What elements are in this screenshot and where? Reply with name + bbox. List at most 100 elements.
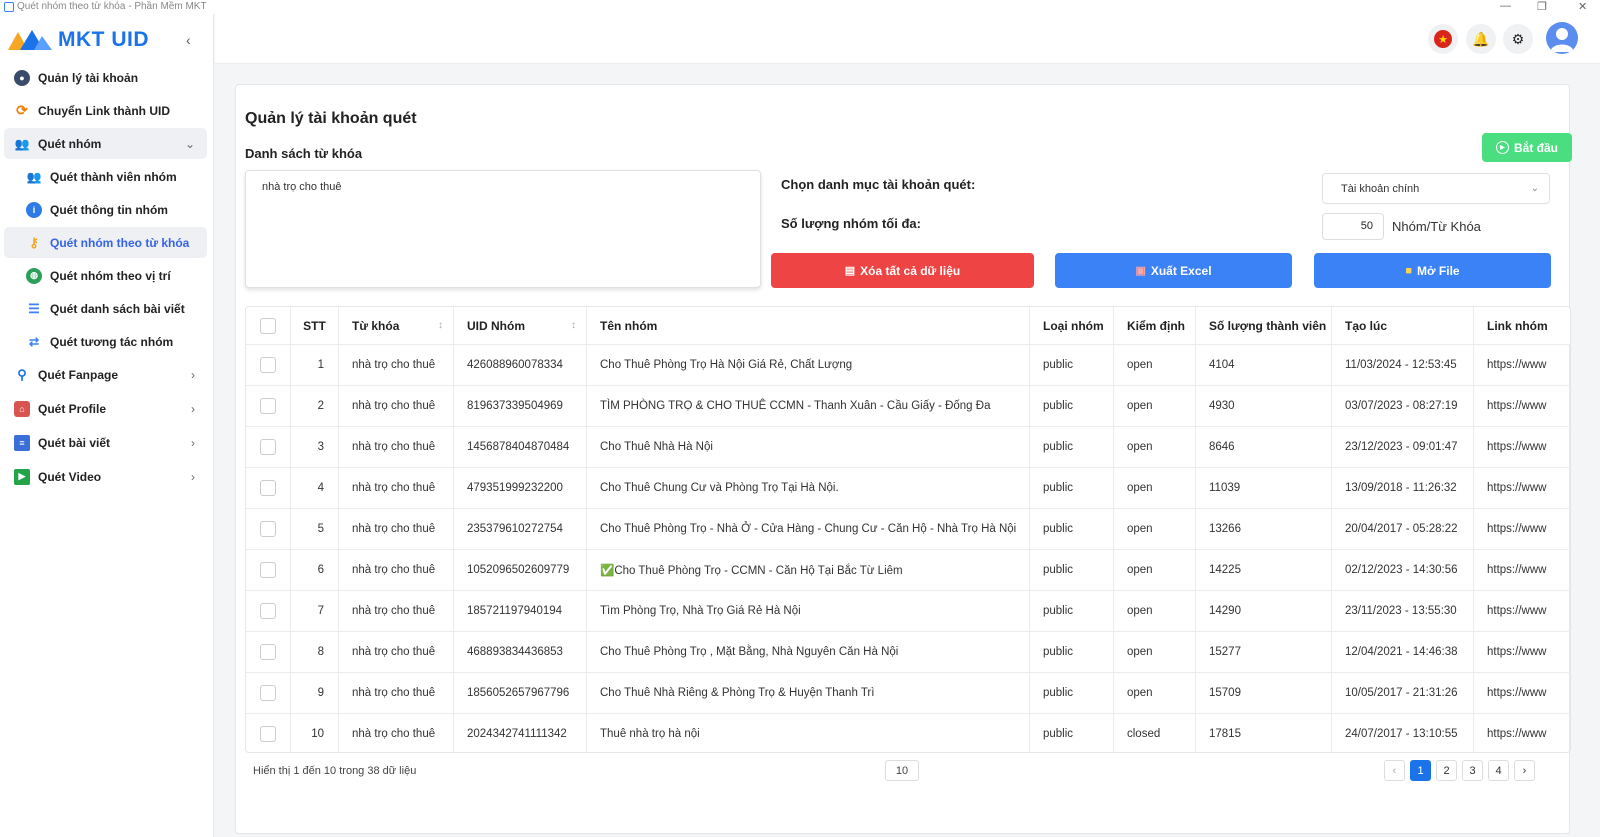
sidebar-item-video[interactable]: ▶ Quét Video › [4,461,207,492]
restore-icon[interactable]: ❐ [1537,0,1547,13]
header-uid[interactable]: UID Nhóm ↕ [454,307,587,344]
table-row[interactable]: 7 nhà trọ cho thuê 185721197940194 Tìm Phòn… [246,591,1570,632]
row-checkbox[interactable] [260,685,276,701]
brand-name: MKT UID [58,28,149,51]
cell-link[interactable]: https://www [1474,386,1570,426]
row-checkbox[interactable] [260,562,276,578]
row-checkbox[interactable] [260,644,276,660]
table-header-row: STT Từ khóa ↕ UID Nhóm ↕ Tên nhóm Loại nhó… [246,307,1570,345]
cell-link[interactable]: https://www [1474,673,1570,713]
page-button-1[interactable]: 1 [1410,760,1431,781]
sidebar-item-scan-groups[interactable]: 👥 Quét nhóm ⌄ [4,128,207,159]
sidebar-item-label: Quét thông tin nhóm [50,202,168,217]
sidebar-item-link-to-uid[interactable]: ⟳ Chuyển Link thành UID [4,95,207,126]
cell-link[interactable]: https://www [1474,550,1570,590]
cell-link[interactable]: https://www [1474,591,1570,631]
sidebar-item-profile[interactable]: ⌂ Quét Profile › [4,393,207,424]
row-select-cell [246,386,291,426]
start-button[interactable]: ▶ Bắt đầu [1482,133,1572,162]
sidebar-item-group-members[interactable]: 👥 Quét thành viên nhóm [4,161,207,192]
cell-type: public [1030,591,1114,631]
page-button-2[interactable]: 2 [1436,760,1457,781]
next-page-button[interactable]: › [1514,760,1535,781]
notifications-button[interactable]: 🔔 [1466,24,1496,54]
row-select-cell [246,714,291,752]
sidebar-item-groups-by-keyword[interactable]: ⚷ Quét nhóm theo từ khóa [4,227,207,258]
cell-link[interactable]: https://www [1474,468,1570,508]
sidebar-item-post-list[interactable]: ☰ Quét danh sách bài viết [4,293,207,324]
page-button-3[interactable]: 3 [1462,760,1483,781]
cell-name: ✅Cho Thuê Phòng Trọ - CCMN - Căn Hộ Tại … [587,550,1030,590]
sidebar-item-group-interactions[interactable]: ⇄ Quét tương tác nhóm [4,326,207,357]
chevron-down-icon: ⌄ [184,136,195,151]
cell-members: 13266 [1196,509,1332,549]
vietnam-flag-icon: ★ [1434,30,1452,48]
table-row[interactable]: 2 nhà trọ cho thuê 819637339504969 TÌM PHÒN… [246,386,1570,427]
table-row[interactable]: 8 nhà trọ cho thuê 468893834436853 Cho Thuê… [246,632,1570,673]
cell-type: public [1030,509,1114,549]
page-button-4[interactable]: 4 [1488,760,1509,781]
row-checkbox[interactable] [260,439,276,455]
row-checkbox[interactable] [260,357,276,373]
members-icon: 👥 [26,169,42,184]
sidebar-item-posts[interactable]: ≡ Quét bài viết › [4,427,207,458]
account-category-label: Chọn danh mục tài khoản quét: [781,177,976,192]
table-row[interactable]: 5 nhà trọ cho thuê 235379610272754 Cho Thuê… [246,509,1570,550]
cell-stt: 3 [291,427,339,467]
page-size-select[interactable]: 10 [885,760,919,781]
cell-uid: 235379610272754 [454,509,587,549]
key-icon: ⚷ [29,234,39,250]
cell-link[interactable]: https://www [1474,345,1570,385]
row-checkbox[interactable] [260,480,276,496]
sidebar-item-fanpage[interactable]: ⚲ Quét Fanpage › [4,359,207,390]
table-row[interactable]: 10 nhà trọ cho thuê 2024342741111342 Thuê n… [246,714,1570,752]
close-icon[interactable]: ✕ [1578,0,1587,13]
table-row[interactable]: 9 nhà trọ cho thuê 1856052657967796 Cho Thu… [246,673,1570,714]
table-row[interactable]: 4 nhà trọ cho thuê 479351999232200 Cho Thuê… [246,468,1570,509]
minimize-icon[interactable]: — [1500,0,1511,12]
cell-kw: nhà trọ cho thuê [339,632,454,672]
cell-link[interactable]: https://www [1474,632,1570,672]
cell-created: 23/12/2023 - 09:01:47 [1332,427,1474,467]
row-checkbox[interactable] [260,521,276,537]
sidebar-item-label: Quét nhóm theo vị trí [50,268,171,283]
max-groups-input[interactable]: 50 [1322,213,1384,240]
header-keyword[interactable]: Từ khóa ↕ [339,307,454,344]
delete-all-button[interactable]: ▤ Xóa tất cả dữ liệu [771,253,1034,288]
cell-check: open [1114,632,1196,672]
avatar[interactable] [1546,22,1578,54]
table-row[interactable]: 6 nhà trọ cho thuê 1052096502609779 ✅Cho Th… [246,550,1570,591]
keywords-textarea[interactable]: nhà trọ cho thuê [245,170,761,288]
collapse-sidebar-icon[interactable]: ‹ [186,32,191,48]
account-category-select[interactable]: Tài khoản chính ⌄ [1322,173,1550,204]
header-name: Tên nhóm [587,307,1030,344]
cell-uid: 1856052657967796 [454,673,587,713]
sidebar-item-label: Chuyển Link thành UID [38,103,170,118]
profile-icon: ⌂ [14,400,30,417]
row-checkbox[interactable] [260,603,276,619]
language-button[interactable]: ★ [1428,24,1458,54]
row-select-cell [246,550,291,590]
prev-page-button[interactable]: ‹ [1384,760,1405,781]
select-all-checkbox[interactable] [260,317,276,334]
cell-uid: 479351999232200 [454,468,587,508]
cell-link[interactable]: https://www [1474,509,1570,549]
cell-link[interactable]: https://www [1474,714,1570,752]
settings-button[interactable]: ⚙ [1503,24,1533,54]
cell-check: open [1114,673,1196,713]
sidebar-item-group-info[interactable]: i Quét thông tin nhóm [4,194,207,225]
row-select-cell [246,427,291,467]
row-checkbox[interactable] [260,398,276,414]
sidebar-item-account-management[interactable]: ● Quản lý tài khoản [4,62,207,93]
row-checkbox[interactable] [260,726,276,742]
open-file-button[interactable]: ■ Mở File [1314,253,1551,288]
export-excel-button[interactable]: ▣ Xuất Excel [1055,253,1292,288]
table-row[interactable]: 1 nhà trọ cho thuê 426088960078334 Cho Thuê… [246,345,1570,386]
sidebar-item-groups-by-location[interactable]: ◍ Quét nhóm theo vị trí [4,260,207,291]
cell-stt: 8 [291,632,339,672]
cell-stt: 9 [291,673,339,713]
row-select-cell [246,509,291,549]
cell-link[interactable]: https://www [1474,427,1570,467]
table-row[interactable]: 3 nhà trọ cho thuê 1456878404870484 Cho Thu… [246,427,1570,468]
keywords-heading: Danh sách từ khóa [245,146,363,161]
